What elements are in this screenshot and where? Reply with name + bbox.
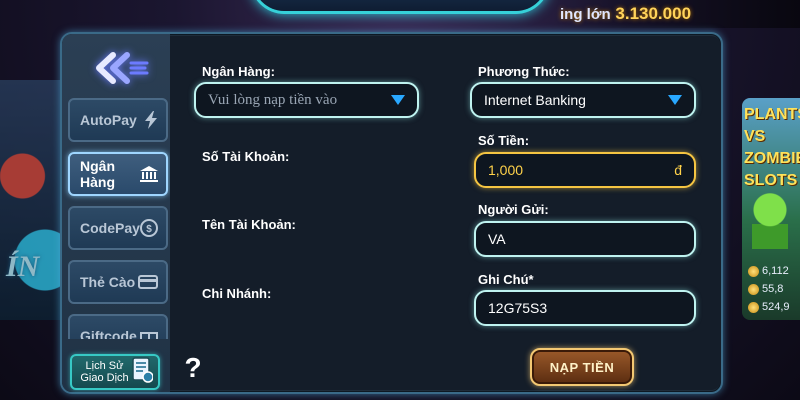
receipt-icon [131, 357, 154, 387]
bank-select-placeholder: Vui lòng nạp tiền vào [208, 91, 338, 108]
note-input[interactable]: 12G75S3 [474, 290, 696, 326]
back-button[interactable] [92, 48, 150, 88]
help-button[interactable]: ? [182, 352, 204, 384]
bank-icon [140, 166, 158, 182]
sidebar-item-label: AutoPay [80, 112, 137, 128]
sender-input[interactable]: VA [474, 221, 696, 257]
stat-value: 6,112 [762, 265, 789, 277]
sidebar-item-codepay[interactable]: CodePay $ [68, 206, 168, 250]
bank-deposit-form: Ngân Hàng: Vui lòng nạp tiền vào Số Tài … [170, 36, 721, 390]
svg-text:$: $ [146, 224, 152, 235]
card-icon [138, 275, 158, 289]
sender-label: Người Gửi: [478, 202, 549, 217]
coin-icon [748, 265, 759, 277]
amount-value: 1,000 [488, 162, 524, 178]
coin-icon: $ [140, 219, 158, 237]
amount-input[interactable]: 1,000 đ [474, 152, 696, 188]
sidebar-item-label: Ngân Hàng [80, 158, 115, 190]
sidebar-item-label: Giftcode [80, 328, 137, 339]
stat-row: 6,112 [748, 262, 800, 280]
jackpot-value: 3.130.000 [615, 4, 692, 23]
sidebar-item-label: CodePay [80, 220, 140, 236]
plant-icon [752, 193, 788, 249]
coin-icon [748, 283, 759, 295]
sender-value: VA [488, 231, 506, 247]
account-number-label: Số Tài Khoản: [202, 149, 290, 164]
transaction-history-button[interactable]: Lịch Sử Giao Dịch [70, 354, 160, 390]
sidebar-item-label: Thẻ Cào [80, 274, 136, 290]
stat-row: 55,8 [748, 280, 800, 298]
branch-label: Chi Nhánh: [202, 286, 272, 301]
right-game-title: PLANTS VS ZOMBIES SLOTS [744, 106, 800, 189]
amount-label: Số Tiền: [478, 133, 530, 148]
coin-icon [748, 301, 759, 313]
sidebar-item-giftcode[interactable]: Giftcode [68, 314, 168, 339]
method-select-value: Internet Banking [484, 92, 586, 108]
background-jackpot-ticker: ing lớn 3.130.000 [550, 0, 800, 28]
background-top-banner [250, 0, 550, 14]
double-chevron-left-icon [96, 52, 149, 84]
deposit-submit-button[interactable]: NẠP TIỀN [530, 348, 634, 386]
chevron-down-icon [391, 95, 405, 105]
method-label: Phương Thức: [478, 64, 570, 79]
transaction-history-label: Lịch Sử Giao Dịch [80, 360, 129, 384]
sidebar-item-autopay[interactable]: AutoPay [68, 98, 168, 142]
lightning-icon [144, 111, 158, 129]
bank-select[interactable]: Vui lòng nạp tiền vào [194, 82, 419, 118]
account-name-label: Tên Tài Khoản: [202, 217, 296, 232]
currency-symbol: đ [674, 162, 682, 178]
method-select[interactable]: Internet Banking [470, 82, 696, 118]
sidebar-item-the-cao[interactable]: Thẻ Cào [68, 260, 168, 304]
deposit-dialog: AutoPay Ngân Hàng CodePay $ Thẻ Cào Gift… [60, 32, 723, 394]
bank-label: Ngân Hàng: [202, 64, 275, 79]
chevron-down-icon [668, 95, 682, 105]
jackpot-prefix: ing lớn [560, 6, 611, 23]
stat-value: 524,9 [762, 301, 790, 313]
background-stats: 6,112 55,8 524,9 [748, 262, 800, 316]
sidebar-nav-list: AutoPay Ngân Hàng CodePay $ Thẻ Cào Gift… [62, 94, 170, 339]
sidebar-item-ngan-hang[interactable]: Ngân Hàng [68, 152, 168, 196]
note-label: Ghi Chú* [478, 272, 534, 287]
stat-value: 55,8 [762, 283, 784, 295]
note-value: 12G75S3 [488, 300, 548, 316]
left-art-text: ÍN [6, 250, 40, 283]
stat-row: 524,9 [748, 298, 800, 316]
payment-method-sidebar: AutoPay Ngân Hàng CodePay $ Thẻ Cào Gift… [62, 34, 170, 392]
gift-icon [140, 328, 158, 339]
